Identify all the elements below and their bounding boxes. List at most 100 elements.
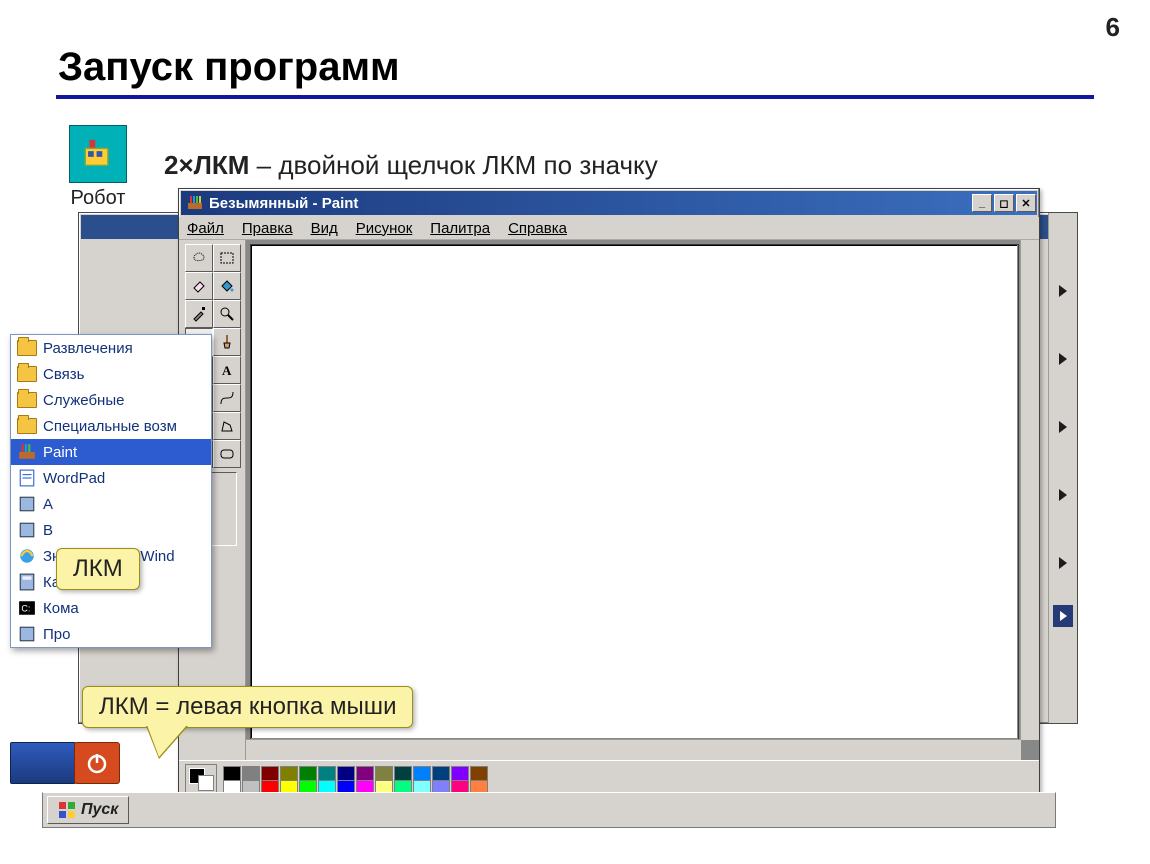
canvas-area [246,240,1039,760]
start-menu-item[interactable]: A [11,491,211,517]
palette-swatch[interactable] [356,766,374,781]
menu-palette[interactable]: Палитра [430,220,490,237]
palette-swatch[interactable] [242,766,260,781]
tool-polygon[interactable] [213,412,241,440]
menu-item-label: Специальные возм [43,418,177,435]
start-menu-item[interactable]: Связь [11,361,211,387]
expand-arrow-icon[interactable] [1059,285,1067,297]
folder-icon [17,390,37,410]
start-menu-item[interactable]: Служебные [11,387,211,413]
background-side-panel [1048,213,1077,723]
slide-title: Запуск программ [58,45,400,90]
palette-swatch[interactable] [470,766,488,781]
palette-swatch[interactable] [261,766,279,781]
folder-icon [17,364,37,384]
expand-button[interactable] [1053,605,1073,627]
menu-item-label: Развлечения [43,340,133,357]
expand-arrow-icon[interactable] [1059,557,1067,569]
power-button[interactable] [74,742,120,784]
paint-app-icon [187,195,203,211]
palette-swatch[interactable] [413,766,431,781]
robot-icon [69,125,127,183]
start-menu-item[interactable]: Paint [11,439,211,465]
desktop-icon-robot[interactable]: Робот [58,125,138,210]
maximize-button[interactable]: ◻ [994,194,1014,212]
palette-swatch[interactable] [337,766,355,781]
start-menu-item[interactable]: Развлечения [11,335,211,361]
menu-item-label: A [43,496,53,513]
menu-help[interactable]: Справка [508,220,567,237]
windows-logo-icon [58,801,76,819]
paint-icon [17,442,37,462]
start-button[interactable]: Пуск [47,796,129,824]
close-button[interactable]: ✕ [1016,194,1036,212]
start-menu-item[interactable]: B [11,517,211,543]
start-button-label: Пуск [81,801,118,819]
svg-text:C:: C: [21,603,30,613]
tool-free-select[interactable] [185,244,213,272]
palette-swatch[interactable] [451,766,469,781]
menu-item-label: B [43,522,53,539]
start-menu-banner [10,742,76,784]
tool-rect-select[interactable] [213,244,241,272]
calc-icon [17,572,37,592]
title-underline [56,95,1094,99]
cmd-icon: C: [17,598,37,618]
tool-curve[interactable] [213,384,241,412]
menu-file[interactable]: Файл [187,220,224,237]
folder-icon [17,338,37,358]
tool-magnifier[interactable] [213,300,241,328]
ie-icon [17,546,37,566]
page-number: 6 [1106,12,1120,43]
expand-arrow-icon[interactable] [1059,421,1067,433]
tool-brush[interactable] [213,328,241,356]
wordpad-icon [17,468,37,488]
callout-lkm: ЛКМ [56,548,140,590]
tool-color-picker[interactable] [185,300,213,328]
menu-item-label: Про [43,626,70,643]
menu-edit[interactable]: Правка [242,220,293,237]
generic-icon [17,494,37,514]
desktop-icon-label: Робот [58,187,138,210]
minimize-button[interactable]: _ [972,194,992,212]
tool-round-rect[interactable] [213,440,241,468]
svg-text:A: A [222,363,232,378]
menu-item-label: Кома [43,600,79,617]
palette-swatch[interactable] [280,766,298,781]
folder-icon [17,416,37,436]
start-menu-item[interactable]: WordPad [11,465,211,491]
menu-image[interactable]: Рисунок [356,220,413,237]
menu-item-label: WordPad [43,470,105,487]
title-bar[interactable]: Безымянный - Paint _ ◻ ✕ [181,191,1037,215]
horizontal-scrollbar[interactable] [246,739,1021,760]
palette-swatch[interactable] [394,766,412,781]
palette-swatch[interactable] [318,766,336,781]
start-menu-item[interactable]: C: Кома [11,595,211,621]
tool-eraser[interactable] [185,272,213,300]
palette-swatch[interactable] [432,766,450,781]
taskbar[interactable]: Пуск [42,792,1056,828]
canvas[interactable] [250,244,1019,740]
menu-item-label: Служебные [43,392,124,409]
current-colors[interactable] [185,764,217,794]
tool-text[interactable]: A [213,356,241,384]
expand-arrow-icon[interactable] [1059,353,1067,365]
menu-bar[interactable]: Файл Правка Вид Рисунок Палитра Справка [179,217,1039,240]
menu-item-label: Paint [43,444,77,461]
menu-item-label: Связь [43,366,84,383]
instruction-text: 2×ЛКМ – двойной щелчок ЛКМ по значку [164,150,658,181]
start-menu-item[interactable]: Специальные возм [11,413,211,439]
tool-fill[interactable] [213,272,241,300]
window-title: Безымянный - Paint [209,195,358,212]
menu-view[interactable]: Вид [311,220,338,237]
generic-icon [17,520,37,540]
generic-icon [17,624,37,644]
callout-lkm-expansion: ЛКМ = левая кнопка мыши [82,686,413,728]
start-menu-item[interactable]: Про [11,621,211,647]
vertical-scrollbar[interactable] [1020,240,1039,740]
expand-arrow-icon[interactable] [1059,489,1067,501]
palette-swatch[interactable] [375,766,393,781]
palette-swatch[interactable] [299,766,317,781]
start-programs-menu[interactable]: Развлечения Связь Служебные Специальные воз… [10,334,212,648]
palette-swatch[interactable] [223,766,241,781]
